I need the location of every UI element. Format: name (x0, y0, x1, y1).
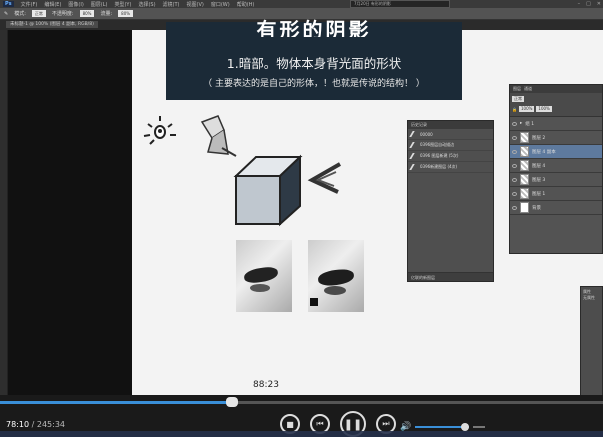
close-icon[interactable]: ✕ (597, 1, 601, 7)
blend-mode-select[interactable]: 正常 (512, 96, 524, 102)
brush-icon (409, 142, 419, 148)
slide-note: （ 主要表达的是自己的形体，！也就是传说的结构！ ） (203, 79, 425, 89)
volume-knob[interactable] (461, 423, 470, 431)
next-icon: ⏭ (382, 419, 390, 428)
properties-text: 无属性 (583, 295, 595, 300)
layer-thumbnail (520, 132, 529, 143)
brush-icon (409, 153, 419, 159)
eye-sketch-right (308, 240, 364, 312)
current-time: 78:10 (6, 420, 30, 429)
hover-time-tooltip: 88:23 (253, 380, 279, 390)
lock-icon[interactable]: 🔒 (512, 107, 517, 112)
cube-drawing (233, 154, 303, 227)
visibility-eye-icon[interactable] (512, 177, 517, 182)
slide-title: 有形的阴影 (256, 19, 372, 37)
history-footer[interactable]: 亿联的新图层 (408, 272, 493, 281)
history-item[interactable]: 0396图层自动描边 (408, 140, 493, 151)
volume-track-rest (473, 426, 486, 428)
layer-thumbnail (520, 188, 529, 199)
time-display: 78:10 / 245:34 (6, 420, 66, 429)
menu-help[interactable]: 帮助(H) (237, 1, 255, 8)
photoshop-logo: Ps (3, 1, 14, 7)
taskbar (0, 431, 603, 437)
visibility-eye-icon[interactable] (512, 135, 517, 140)
stop-icon: ■ (286, 419, 294, 429)
layer-row[interactable]: 图层 1 (510, 187, 602, 201)
layers-panel: 图层 通道 正常 🔒 100% 100% ▸ 组 1 图层 2 图层 4 副本 图层 … (509, 84, 603, 254)
maximize-icon[interactable]: □ (586, 1, 591, 7)
document-tab[interactable]: 未标题-1 @ 100% (图层 4 副本, RGB/8) (6, 21, 98, 28)
history-item[interactable]: 0396新建图层 (4次) (408, 162, 493, 173)
slide-point: 1.暗部。物体本身背光面的形状 (226, 56, 402, 71)
history-item[interactable]: 0396 图层新建 (5次) (408, 151, 493, 162)
light-bulb-icon (143, 116, 176, 145)
history-panel-title: 历史记录 (408, 121, 493, 129)
visibility-eye-icon[interactable] (512, 121, 517, 126)
minimize-icon[interactable]: – (578, 1, 581, 7)
volume-slider[interactable] (415, 423, 470, 431)
flow-label: 流量: (100, 11, 113, 17)
tab-layers[interactable]: 图层 (513, 85, 521, 93)
layer-row[interactable]: 背景 (510, 201, 602, 215)
progress-knob[interactable] (226, 397, 239, 407)
tab-channels[interactable]: 通道 (524, 85, 532, 93)
slide-header: 有形的阴影 1.暗部。物体本身背光面的形状 （ 主要表达的是自己的形体，！也就是… (166, 19, 462, 100)
menu-file[interactable]: 文件(F) (21, 1, 38, 8)
brush-icon (409, 131, 419, 137)
layer-row[interactable]: 图层 2 (510, 131, 602, 145)
flow-field[interactable]: 80% (118, 10, 134, 17)
eye-sketch-left (236, 240, 292, 312)
spotlight-icon (200, 115, 237, 157)
opacity-field[interactable]: 80% (79, 10, 95, 17)
visibility-eye-icon[interactable] (512, 205, 517, 210)
menu-filter[interactable]: 滤镜(T) (163, 1, 180, 8)
visibility-eye-icon[interactable] (512, 149, 517, 154)
window-title-box: 7月20日 有形的阴影 (350, 0, 450, 8)
total-time: 245:34 (36, 420, 66, 429)
opacity-label: 不透明度: (51, 11, 74, 17)
progress-track[interactable] (0, 397, 603, 407)
layer-row[interactable]: 图层 3 (510, 173, 602, 187)
window-buttons: – □ ✕ (578, 1, 601, 7)
layers-panel-tabs: 图层 通道 (510, 85, 602, 93)
history-panel: 历史记录 00000 0396图层自动描边 0396 图层新建 (5次) 039… (407, 120, 494, 282)
brush-icon (409, 164, 419, 170)
menu-bar: Ps 文件(F) 编辑(E) 图像(I) 图层(L) 类型(Y) 选择(S) 滤… (0, 0, 603, 8)
opacity-field[interactable]: 100% (518, 106, 535, 112)
layer-thumbnail (520, 146, 529, 157)
history-item[interactable]: 00000 (408, 129, 493, 140)
layer-thumbnail (520, 160, 529, 171)
layer-thumbnail (520, 202, 529, 213)
pause-icon: ❚❚ (343, 417, 363, 431)
tool-strip[interactable] (0, 30, 8, 400)
progress-fill (0, 401, 233, 404)
menu-type[interactable]: 类型(Y) (114, 1, 131, 8)
properties-panel: 属性 无属性 (580, 286, 603, 400)
layer-row[interactable]: 图层 4 (510, 159, 602, 173)
fill-field[interactable]: 100% (536, 106, 552, 112)
previous-icon: ⏮ (316, 419, 324, 428)
mode-label: 模式: (14, 11, 26, 17)
visibility-eye-icon[interactable] (512, 163, 517, 168)
arrow-sketch (307, 162, 341, 194)
menu-image[interactable]: 图像(I) (68, 1, 83, 8)
mode-select[interactable]: 正常 (31, 10, 46, 17)
folder-icon: ▸ (520, 121, 523, 126)
menu-edit[interactable]: 编辑(E) (44, 1, 61, 8)
layer-row[interactable]: ▸ 组 1 (510, 117, 602, 131)
layer-thumbnail (520, 174, 529, 185)
layers-controls: 正常 🔒 100% 100% (510, 93, 602, 117)
menu-window[interactable]: 窗口(W) (211, 1, 230, 8)
brush-tool-icon[interactable]: ✎ (4, 11, 8, 17)
visibility-eye-icon[interactable] (512, 191, 517, 196)
menu-select[interactable]: 选择(S) (138, 1, 155, 8)
menu-view[interactable]: 视图(V) (187, 1, 204, 8)
layer-row-selected[interactable]: 图层 4 副本 (510, 145, 602, 159)
workspace-background (8, 30, 132, 400)
menu-layer[interactable]: 图层(L) (91, 1, 108, 8)
